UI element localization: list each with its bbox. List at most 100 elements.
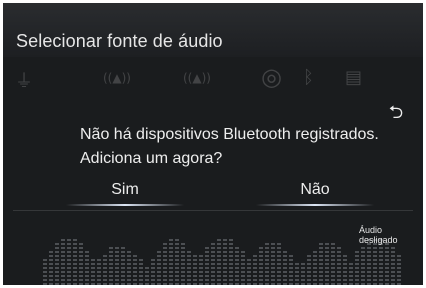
- equalizer-dot: [109, 267, 113, 269]
- equalizer-dot: [385, 283, 389, 285]
- disc-icon[interactable]: ◎: [261, 63, 282, 91]
- equalizer-dot: [67, 247, 71, 249]
- back-button[interactable]: ⮌: [381, 103, 411, 123]
- bluetooth-icon[interactable]: ᛒ: [303, 67, 314, 88]
- equalizer-dot: [271, 275, 275, 277]
- equalizer-dot: [349, 263, 353, 265]
- equalizer-dot: [259, 271, 263, 273]
- equalizer-dot: [361, 259, 365, 261]
- equalizer-dot: [271, 267, 275, 269]
- equalizer-dot: [331, 251, 335, 253]
- header-bar: Selecionar fonte de áudio: [3, 3, 423, 57]
- equalizer-dot: [379, 259, 383, 261]
- equalizer-dot: [277, 243, 281, 245]
- equalizer-dot: [211, 247, 215, 249]
- equalizer-dot: [181, 279, 185, 281]
- equalizer-dot: [373, 255, 377, 257]
- usb-plug-icon[interactable]: ⏚: [15, 67, 33, 93]
- equalizer-dot: [397, 279, 401, 281]
- equalizer-dot: [169, 263, 173, 265]
- equalizer-dot: [391, 259, 395, 261]
- equalizer-dot: [193, 275, 197, 277]
- equalizer-dot: [55, 271, 59, 273]
- equalizer-dot: [223, 247, 227, 249]
- equalizer-dot: [337, 251, 341, 253]
- equalizer-dot: [391, 275, 395, 277]
- equalizer-dot: [163, 259, 167, 261]
- equalizer-dot: [85, 259, 89, 261]
- equalizer-dot: [49, 271, 53, 273]
- equalizer-dot: [217, 271, 221, 273]
- equalizer-dot: [271, 255, 275, 257]
- equalizer-dot: [175, 271, 179, 273]
- equalizer-dot: [85, 251, 89, 253]
- equalizer-dot: [349, 275, 353, 277]
- equalizer-dot: [109, 259, 113, 261]
- equalizer-dot: [133, 263, 137, 265]
- equalizer-dot: [55, 275, 59, 277]
- equalizer-dot: [223, 271, 227, 273]
- equalizer-dot: [187, 259, 191, 261]
- equalizer-dot: [187, 255, 191, 257]
- equalizer-dot: [325, 251, 329, 253]
- equalizer-dot: [253, 263, 257, 265]
- equalizer-dot: [139, 275, 143, 277]
- equalizer-dot: [355, 275, 359, 277]
- equalizer-dot: [121, 263, 125, 265]
- equalizer-dot: [253, 275, 257, 277]
- equalizer-dot: [217, 239, 221, 241]
- equalizer-dot: [127, 279, 131, 281]
- equalizer-dot: [91, 271, 95, 273]
- equalizer-dot: [289, 283, 293, 285]
- fm-radio-icon[interactable]: ((▲)): [183, 71, 211, 85]
- equalizer-dot: [277, 251, 281, 253]
- equalizer-dot: [229, 251, 233, 253]
- equalizer-dot: [97, 259, 101, 261]
- equalizer-dot: [313, 255, 317, 257]
- equalizer-dot: [103, 271, 107, 273]
- equalizer-dot: [157, 283, 161, 285]
- equalizer-dot: [307, 263, 311, 265]
- equalizer-dot: [151, 259, 155, 261]
- am-radio-icon[interactable]: ((▲)): [103, 71, 131, 85]
- equalizer-dot: [181, 243, 185, 245]
- equalizer-dot: [319, 259, 323, 261]
- equalizer-dot: [67, 283, 71, 285]
- equalizer-dot: [163, 275, 167, 277]
- equalizer-dot: [61, 243, 65, 245]
- equalizer-dot: [259, 259, 263, 261]
- equalizer-dot: [301, 279, 305, 281]
- equalizer-dot: [49, 251, 53, 253]
- equalizer-dot: [361, 283, 365, 285]
- equalizer-dot: [307, 279, 311, 281]
- equalizer-dot: [301, 283, 305, 285]
- aux-icon[interactable]: ▤: [345, 67, 362, 88]
- equalizer-dot: [229, 283, 233, 285]
- equalizer-dot: [127, 259, 131, 261]
- equalizer-dot: [259, 263, 263, 265]
- yes-button[interactable]: Sim: [63, 179, 187, 207]
- equalizer-dot: [343, 283, 347, 285]
- equalizer-dot: [145, 267, 149, 269]
- equalizer-dot: [55, 263, 59, 265]
- equalizer-dot: [61, 271, 65, 273]
- equalizer-dot: [211, 283, 215, 285]
- equalizer-dot: [49, 279, 53, 281]
- equalizer-dot: [253, 283, 257, 285]
- equalizer-dot: [187, 279, 191, 281]
- equalizer-dot: [211, 275, 215, 277]
- equalizer-dot: [385, 263, 389, 265]
- equalizer-dot: [331, 243, 335, 245]
- equalizer-dot: [163, 251, 167, 253]
- equalizer-dot: [265, 263, 269, 265]
- equalizer-dot: [391, 251, 395, 253]
- equalizer-dot: [391, 255, 395, 257]
- equalizer-dot: [97, 271, 101, 273]
- no-button[interactable]: Não: [253, 179, 377, 207]
- equalizer-dot: [331, 275, 335, 277]
- equalizer-dot: [379, 251, 383, 253]
- equalizer-dot: [331, 247, 335, 249]
- equalizer-dot: [199, 279, 203, 281]
- equalizer-dot: [247, 271, 251, 273]
- equalizer-dot: [193, 279, 197, 281]
